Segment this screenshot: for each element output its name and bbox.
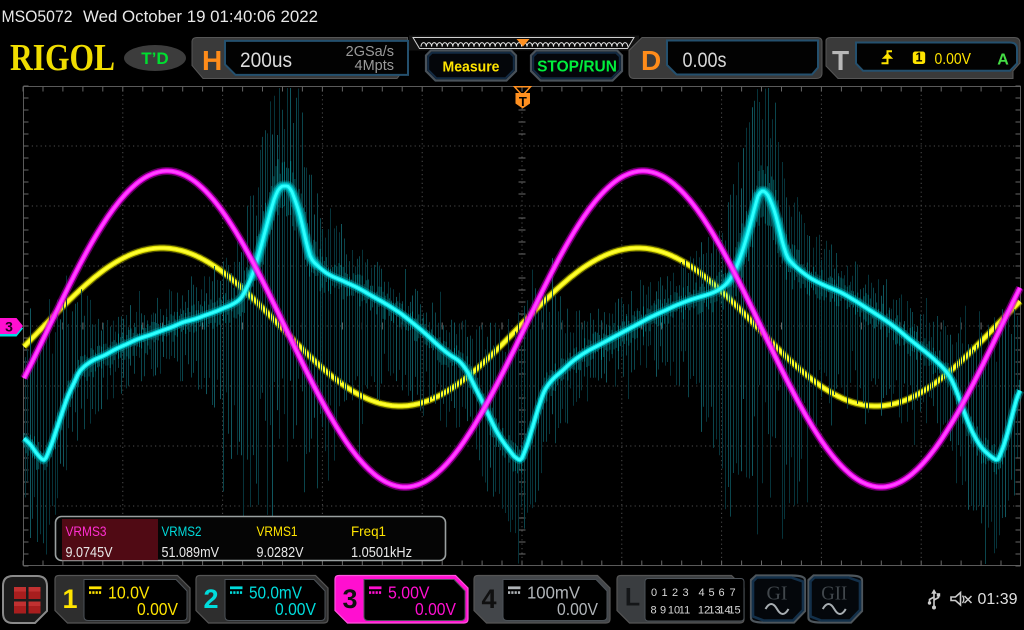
svg-text:L: L	[625, 584, 640, 612]
svg-text:STOP/RUN: STOP/RUN	[537, 59, 617, 76]
svg-text:4: 4	[698, 587, 704, 599]
svg-text:1: 1	[916, 51, 923, 65]
svg-text:0: 0	[651, 587, 657, 599]
svg-text:3: 3	[682, 587, 688, 599]
svg-text:1: 1	[661, 587, 667, 599]
svg-text:1.0501kHz: 1.0501kHz	[351, 544, 412, 561]
svg-text:T: T	[519, 94, 527, 109]
svg-text:3: 3	[5, 319, 13, 335]
svg-text:Measure: Measure	[443, 60, 500, 76]
svg-text:D: D	[641, 45, 661, 76]
svg-text:11: 11	[679, 605, 690, 617]
svg-text:4: 4	[481, 584, 496, 614]
svg-text:15: 15	[728, 605, 740, 617]
svg-text:6: 6	[718, 587, 724, 599]
svg-text:51.089mV: 51.089mV	[162, 544, 220, 561]
svg-text:0.00V: 0.00V	[935, 51, 972, 68]
svg-text:T’D: T’D	[141, 49, 168, 68]
svg-text:2: 2	[203, 584, 218, 614]
svg-text:Freq1: Freq1	[351, 524, 386, 539]
svg-text:4Mpts: 4Mpts	[355, 58, 395, 74]
svg-text:T: T	[832, 45, 849, 76]
svg-text:RIGOL: RIGOL	[10, 37, 115, 79]
svg-text:0.00V: 0.00V	[557, 599, 598, 619]
svg-text:GII: GII	[821, 583, 847, 605]
svg-text:2: 2	[672, 587, 678, 599]
svg-text:01:39: 01:39	[978, 591, 1018, 608]
svg-text:0.00V: 0.00V	[137, 599, 178, 619]
svg-text:9: 9	[660, 605, 666, 617]
svg-text:200us: 200us	[240, 49, 292, 72]
svg-text:7: 7	[729, 587, 735, 599]
svg-text:3: 3	[342, 584, 357, 614]
svg-text:GI: GI	[767, 583, 788, 605]
svg-text:MSO5072: MSO5072	[2, 8, 73, 26]
svg-text:5: 5	[708, 587, 714, 599]
svg-text:9.0282V: 9.0282V	[257, 544, 304, 561]
svg-text:H: H	[202, 45, 222, 76]
svg-text:Wed October 19 01:40:06 2022: Wed October 19 01:40:06 2022	[83, 8, 318, 26]
svg-text:8: 8	[650, 605, 656, 617]
svg-text:VRMS2: VRMS2	[162, 524, 202, 539]
svg-text:A: A	[997, 52, 1009, 69]
svg-text:0.00V: 0.00V	[415, 599, 456, 619]
svg-text:0.00V: 0.00V	[275, 599, 316, 619]
svg-text:VRMS3: VRMS3	[66, 524, 107, 539]
svg-text:9.0745V: 9.0745V	[66, 544, 113, 561]
svg-text:VRMS1: VRMS1	[257, 524, 298, 539]
svg-text:1: 1	[62, 584, 77, 614]
svg-text:0.00s: 0.00s	[683, 48, 727, 72]
